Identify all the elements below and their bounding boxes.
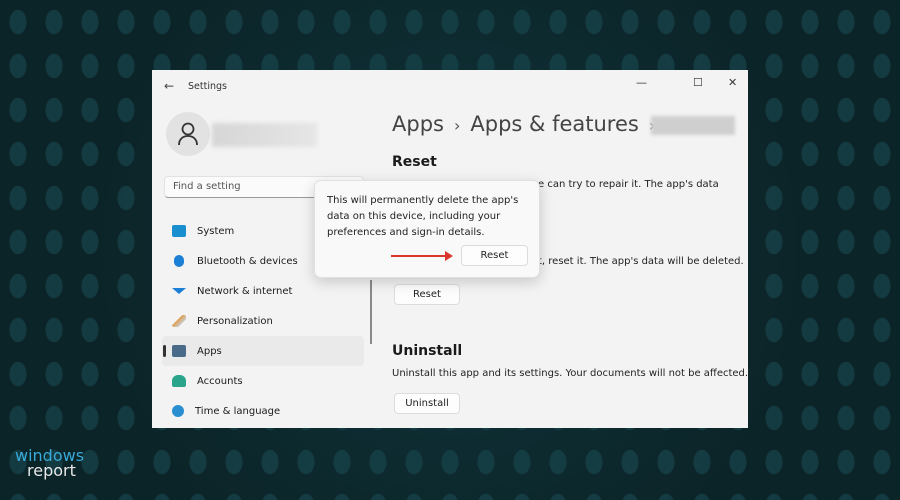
globe-clock-icon	[172, 405, 184, 417]
sidebar-item-apps[interactable]: Apps	[162, 336, 364, 366]
sidebar-item-label: Network & internet	[197, 285, 293, 297]
confirm-reset-button[interactable]: Reset	[461, 245, 528, 266]
reset-button[interactable]: Reset	[394, 284, 460, 305]
sidebar-item-network[interactable]: Network & internet	[162, 276, 364, 306]
sidebar-item-personalization[interactable]: Personalization	[162, 306, 364, 336]
close-icon[interactable]: ✕	[728, 76, 737, 89]
wifi-icon	[172, 288, 186, 294]
maximize-icon[interactable]: ☐	[693, 76, 703, 89]
apps-icon	[172, 345, 186, 357]
person-icon	[178, 122, 198, 146]
sidebar-item-time-language[interactable]: Time & language	[162, 396, 364, 426]
uninstall-description: Uninstall this app and its settings. You…	[392, 368, 748, 379]
sidebar-item-label: Time & language	[195, 405, 281, 417]
flyout-message: This will permanently delete the app's d…	[327, 195, 519, 238]
chevron-right-icon: ›	[453, 116, 461, 135]
person-icon	[172, 375, 186, 387]
breadcrumb: Apps›Apps & features›	[392, 112, 665, 136]
reset-confirmation-flyout: This will permanently delete the app's d…	[314, 180, 540, 278]
breadcrumb-apps-features[interactable]: Apps & features	[470, 112, 638, 136]
window-title: Settings	[188, 81, 227, 92]
uninstall-heading: Uninstall	[392, 343, 463, 359]
sidebar-item-label: Apps	[197, 345, 222, 357]
sidebar-item-label: Bluetooth & devices	[197, 255, 298, 267]
sidebar-item-label: Personalization	[197, 315, 273, 327]
minimize-icon[interactable]: —	[636, 76, 647, 89]
brush-icon	[172, 315, 186, 327]
uninstall-button[interactable]: Uninstall	[394, 393, 460, 414]
sidebar-item-label: System	[197, 225, 235, 237]
sidebar-scrollbar[interactable]	[370, 280, 372, 344]
sidebar-item-accounts[interactable]: Accounts	[162, 366, 364, 396]
red-arrow-annotation	[391, 251, 453, 261]
bluetooth-icon	[174, 255, 184, 267]
monitor-icon	[172, 225, 186, 237]
sidebar-item-label: Accounts	[197, 375, 243, 387]
repair-description: e can try to repair it. The app's data	[538, 179, 719, 190]
blurred-username	[212, 123, 317, 147]
settings-window: ← Settings — ☐ ✕ Find a setting System B…	[152, 70, 748, 428]
logo-line2: report	[27, 461, 76, 480]
reset-heading: Reset	[392, 154, 437, 170]
breadcrumb-apps[interactable]: Apps	[392, 112, 444, 136]
avatar[interactable]	[166, 112, 210, 156]
watermark-logo: windows report	[15, 448, 84, 480]
reset-description: t, reset it. The app's data will be dele…	[538, 256, 744, 267]
back-arrow-icon[interactable]: ←	[164, 79, 174, 93]
title-bar: ← Settings — ☐ ✕	[152, 70, 748, 102]
blurred-app-name	[651, 116, 735, 135]
